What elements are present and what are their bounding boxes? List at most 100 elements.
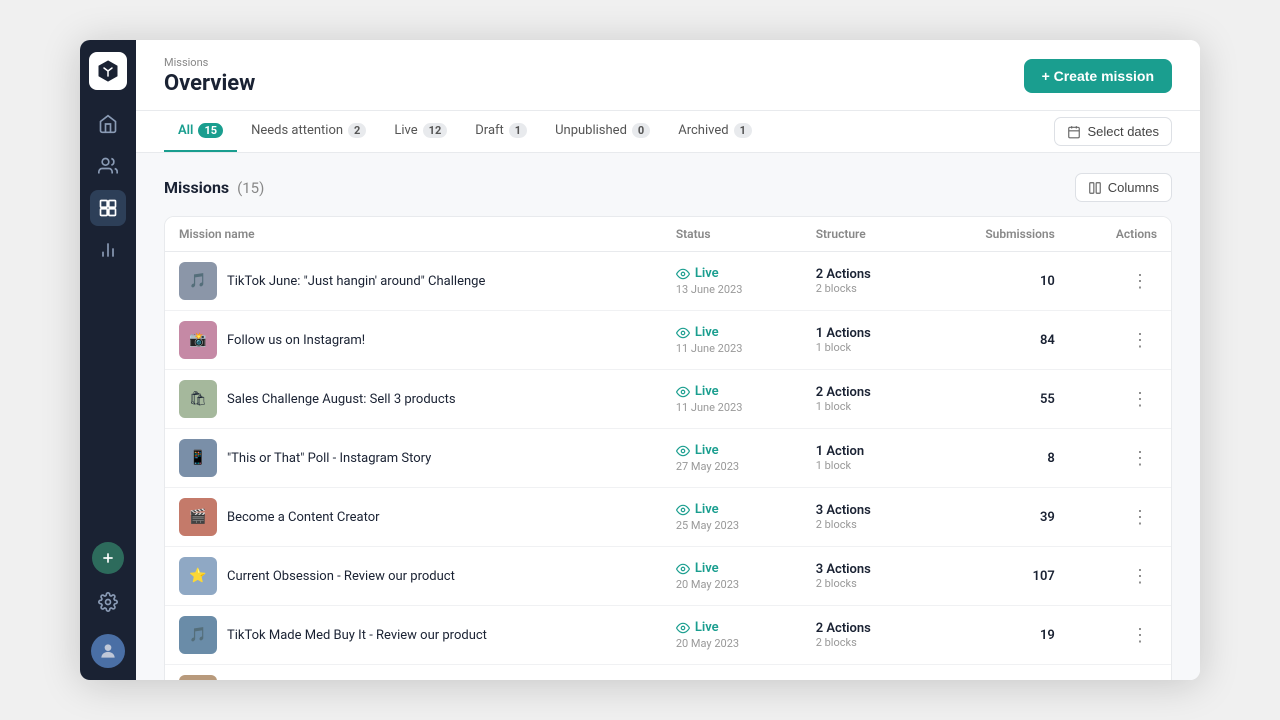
table-row: 🎵 TikTok Made Med Buy It - Review our pr… bbox=[165, 606, 1171, 665]
mission-name-cell: ⭐ Current Obsession - Review our product bbox=[179, 557, 648, 595]
more-options-button[interactable]: ⋮ bbox=[1123, 386, 1157, 412]
page-header: Missions Overview + Create mission bbox=[136, 40, 1200, 111]
tab-all[interactable]: All 15 bbox=[164, 111, 237, 152]
table-row: 📸 Follow us on Instagram! Live 11 June 2… bbox=[165, 311, 1171, 370]
more-options-button[interactable]: ⋮ bbox=[1123, 445, 1157, 471]
col-header-submissions: Submissions bbox=[925, 217, 1069, 252]
page-title: Overview bbox=[164, 71, 255, 96]
mission-thumbnail: 🎵 bbox=[179, 262, 217, 300]
col-header-structure: Structure bbox=[802, 217, 925, 252]
mission-thumbnail: 🛍 bbox=[179, 380, 217, 418]
eye-icon bbox=[676, 385, 690, 399]
mission-actions-cell: ⋮ bbox=[1069, 311, 1171, 370]
missions-title: Missions (15) bbox=[164, 178, 264, 197]
tabs: All 15Needs attention 2Live 12Draft 1Unp… bbox=[164, 111, 766, 152]
mission-structure: 1 Actions 1 block bbox=[816, 326, 911, 354]
mission-status: Live 25 May 2023 bbox=[676, 502, 788, 532]
mission-status: Live 11 June 2023 bbox=[676, 325, 788, 355]
eye-icon bbox=[676, 562, 690, 576]
mission-name: TikTok June: "Just hangin' around" Chall… bbox=[227, 274, 485, 289]
app-logo[interactable] bbox=[89, 52, 127, 90]
col-header-name: Mission name bbox=[165, 217, 662, 252]
mission-name: Follow us on Instagram! bbox=[227, 333, 365, 348]
mission-status: Live 20 May 2023 bbox=[676, 620, 788, 650]
more-options-button[interactable]: ⋮ bbox=[1123, 622, 1157, 648]
table-row: 🛍 Sales Challenge August: Sell 3 product… bbox=[165, 370, 1171, 429]
table-row: 📱 "This or That" Poll - Instagram Story … bbox=[165, 429, 1171, 488]
mission-name-cell: 📱 "This or That" Poll - Instagram Story bbox=[179, 439, 648, 477]
mission-name-cell: 🎬 Become a Content Creator bbox=[179, 498, 648, 536]
mission-status: Live 18 May 2023 bbox=[676, 679, 788, 680]
columns-button[interactable]: Columns bbox=[1075, 173, 1172, 202]
mission-name: "This or That" Poll - Instagram Story bbox=[227, 451, 431, 466]
columns-label: Columns bbox=[1108, 180, 1159, 195]
more-options-button[interactable]: ⋮ bbox=[1123, 563, 1157, 589]
more-options-button[interactable]: ⋮ bbox=[1123, 327, 1157, 353]
mission-submissions: 107 bbox=[925, 547, 1069, 606]
mission-structure: 3 Actions 2 blocks bbox=[816, 562, 911, 590]
mission-thumbnail: 📸 bbox=[179, 321, 217, 359]
sidebar-item-home[interactable] bbox=[90, 106, 126, 142]
mission-status: Live 27 May 2023 bbox=[676, 443, 788, 473]
mission-structure: 2 Actions 2 blocks bbox=[816, 267, 911, 295]
create-mission-button[interactable]: + Create mission bbox=[1024, 59, 1172, 93]
tabs-bar: All 15Needs attention 2Live 12Draft 1Unp… bbox=[136, 111, 1200, 153]
tab-archived[interactable]: Archived 1 bbox=[664, 111, 766, 152]
eye-icon bbox=[676, 680, 690, 681]
mission-name-cell: 🛍 Sales Challenge August: Sell 3 product… bbox=[179, 380, 648, 418]
mission-thumbnail: 📦 bbox=[179, 675, 217, 680]
missions-header: Missions (15) Columns bbox=[164, 173, 1172, 202]
header-left: Missions Overview bbox=[164, 56, 255, 96]
mission-submissions: 10 bbox=[925, 252, 1069, 311]
mission-structure: 2 Actions 1 block bbox=[816, 385, 911, 413]
more-options-button[interactable]: ⋮ bbox=[1123, 268, 1157, 294]
sidebar bbox=[80, 40, 136, 680]
table-row: 🎬 Become a Content Creator Live 25 May 2… bbox=[165, 488, 1171, 547]
col-header-status: Status bbox=[662, 217, 802, 252]
mission-actions-cell: ⋮ bbox=[1069, 606, 1171, 665]
mission-submissions: 55 bbox=[925, 370, 1069, 429]
content-area: Missions (15) Columns Mission name bbox=[136, 153, 1200, 680]
tab-needs-attention[interactable]: Needs attention 2 bbox=[237, 111, 380, 152]
mission-actions-cell: ⋮ bbox=[1069, 370, 1171, 429]
table-row: 📦 Unbox a product on your Instagram Reel… bbox=[165, 665, 1171, 681]
mission-structure: 1 Action 1 block bbox=[816, 444, 911, 472]
mission-structure: 2 Actions 2 blocks bbox=[816, 621, 911, 649]
mission-structure: 3 Actions 2 blocks bbox=[816, 503, 911, 531]
mission-name-cell: 🎵 TikTok June: "Just hangin' around" Cha… bbox=[179, 262, 648, 300]
mission-name: Current Obsession - Review our product bbox=[227, 569, 455, 584]
sidebar-item-users[interactable] bbox=[90, 148, 126, 184]
more-options-button[interactable]: ⋮ bbox=[1123, 504, 1157, 530]
missions-table: Mission name Status Structure Submission… bbox=[165, 217, 1171, 680]
mission-name: TikTok Made Med Buy It - Review our prod… bbox=[227, 628, 487, 643]
user-avatar[interactable] bbox=[91, 634, 125, 668]
mission-actions-cell: ⋮ bbox=[1069, 488, 1171, 547]
sidebar-add-button[interactable] bbox=[92, 542, 124, 574]
eye-icon bbox=[676, 326, 690, 340]
tab-draft[interactable]: Draft 1 bbox=[461, 111, 541, 152]
mission-name-cell: 📦 Unbox a product on your Instagram Reel… bbox=[179, 675, 648, 680]
mission-actions-cell: ⋮ bbox=[1069, 429, 1171, 488]
sidebar-settings-icon[interactable] bbox=[90, 584, 126, 620]
eye-icon bbox=[676, 267, 690, 281]
eye-icon bbox=[676, 503, 690, 517]
tab-live[interactable]: Live 12 bbox=[380, 111, 461, 152]
mission-submissions: 39 bbox=[925, 488, 1069, 547]
sidebar-item-missions[interactable] bbox=[90, 190, 126, 226]
select-dates-button[interactable]: Select dates bbox=[1054, 117, 1172, 146]
tab-unpublished[interactable]: Unpublished 0 bbox=[541, 111, 664, 152]
mission-submissions: 8 bbox=[925, 429, 1069, 488]
mission-submissions: 84 bbox=[925, 311, 1069, 370]
mission-name-cell: 📸 Follow us on Instagram! bbox=[179, 321, 648, 359]
eye-icon bbox=[676, 621, 690, 635]
missions-count: (15) bbox=[237, 179, 264, 197]
table-row: 🎵 TikTok June: "Just hangin' around" Cha… bbox=[165, 252, 1171, 311]
mission-thumbnail: 🎬 bbox=[179, 498, 217, 536]
mission-name: Become a Content Creator bbox=[227, 510, 380, 525]
mission-status: Live 13 June 2023 bbox=[676, 266, 788, 296]
table-row: ⭐ Current Obsession - Review our product… bbox=[165, 547, 1171, 606]
sidebar-item-analytics[interactable] bbox=[90, 232, 126, 268]
mission-thumbnail: 📱 bbox=[179, 439, 217, 477]
select-dates-label: Select dates bbox=[1087, 124, 1159, 139]
mission-submissions: 19 bbox=[925, 606, 1069, 665]
